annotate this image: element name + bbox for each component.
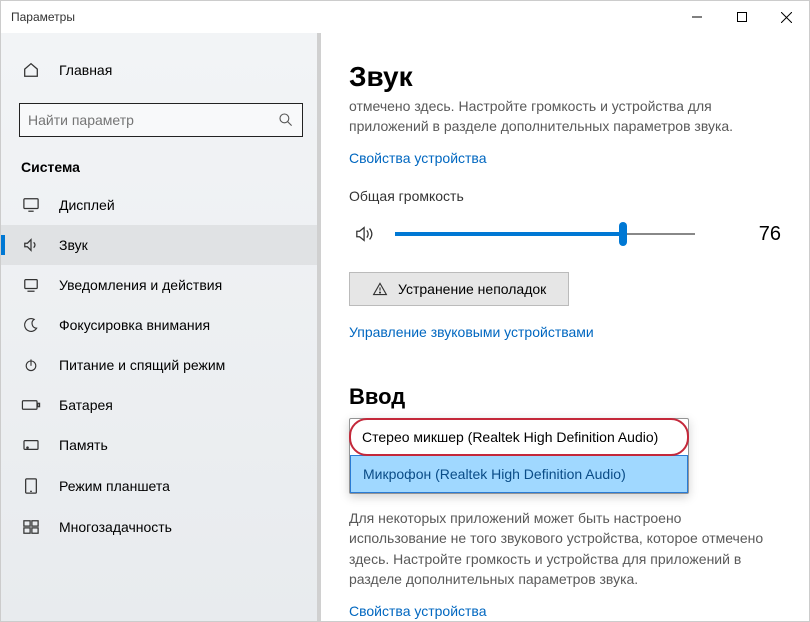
dropdown-option-microphone[interactable]: Микрофон (Realtek High Definition Audio) (350, 455, 688, 493)
slider-thumb[interactable] (619, 222, 627, 246)
page-title: Звук (349, 61, 781, 93)
sidebar-item-battery[interactable]: Батарея (1, 385, 321, 425)
manage-devices-link[interactable]: Управление звуковыми устройствами (349, 324, 594, 340)
sidebar-item-focus[interactable]: Фокусировка внимания (1, 305, 321, 345)
sidebar-item-display[interactable]: Дисплей (1, 185, 321, 225)
sidebar-item-label: Батарея (59, 397, 113, 413)
input-device-properties-link[interactable]: Свойства устройства (349, 603, 487, 619)
volume-icon[interactable] (349, 224, 381, 244)
home-icon (21, 61, 41, 79)
dropdown-option-stereo-mixer[interactable]: Стерео микшер (Realtek High Definition A… (349, 418, 689, 456)
sidebar-item-label: Питание и спящий режим (59, 357, 225, 373)
power-icon (21, 357, 41, 373)
volume-row: 76 (349, 222, 781, 246)
close-button[interactable] (764, 1, 809, 33)
sound-icon (21, 237, 41, 253)
tablet-icon (21, 477, 41, 495)
main-panel: Звук отмечено здесь. Настройте громкость… (321, 33, 809, 621)
dropdown-list: Стерео микшер (Realtek High Definition A… (349, 418, 689, 494)
input-heading: Ввод (349, 384, 781, 410)
content-area: Главная Система Дисплей Звук (1, 33, 809, 621)
sidebar-item-sound[interactable]: Звук (1, 225, 321, 265)
sidebar-item-label: Фокусировка внимания (59, 317, 210, 333)
window-title: Параметры (11, 10, 75, 24)
titlebar: Параметры (1, 1, 809, 33)
multitask-icon (21, 519, 41, 535)
troubleshoot-button[interactable]: Устранение неполадок (349, 272, 569, 306)
storage-icon (21, 438, 41, 452)
input-device-dropdown[interactable]: Стерео микшер (Realtek High Definition A… (349, 418, 689, 494)
device-properties-link[interactable]: Свойства устройства (349, 150, 487, 166)
sidebar-item-label: Память (59, 437, 108, 453)
slider-fill (395, 232, 623, 236)
search-box[interactable] (19, 103, 303, 137)
output-description-cutoff: отмечено здесь. Настройте громкость и ус… (349, 97, 781, 136)
volume-value: 76 (735, 223, 781, 246)
sidebar-item-power[interactable]: Питание и спящий режим (1, 345, 321, 385)
warning-icon (372, 281, 388, 297)
input-description: Для некоторых приложений может быть наст… (349, 508, 781, 589)
sidebar-item-label: Многозадачность (59, 519, 172, 535)
troubleshoot-label: Устранение неполадок (398, 281, 546, 297)
sidebar-item-notifications[interactable]: Уведомления и действия (1, 265, 321, 305)
sidebar-home[interactable]: Главная (1, 51, 321, 89)
maximize-button[interactable] (719, 1, 764, 33)
display-icon (21, 197, 41, 213)
sidebar-home-label: Главная (59, 62, 112, 78)
notifications-icon (21, 277, 41, 293)
sidebar-item-multitask[interactable]: Многозадачность (1, 507, 321, 547)
sidebar-item-label: Дисплей (59, 197, 115, 213)
sidebar-item-label: Уведомления и действия (59, 277, 222, 293)
sidebar-section-title: Система (1, 137, 321, 185)
window-controls (674, 1, 809, 33)
volume-slider[interactable] (395, 222, 695, 246)
sidebar-item-label: Звук (59, 237, 88, 253)
sidebar-item-tablet[interactable]: Режим планшета (1, 465, 321, 507)
sidebar-item-storage[interactable]: Память (1, 425, 321, 465)
battery-icon (21, 399, 41, 411)
search-input[interactable] (28, 112, 278, 128)
volume-label: Общая громкость (349, 188, 781, 204)
sidebar: Главная Система Дисплей Звук (1, 33, 321, 621)
moon-icon (21, 317, 41, 333)
minimize-button[interactable] (674, 1, 719, 33)
sidebar-item-label: Режим планшета (59, 478, 170, 494)
settings-window: Параметры Главная (0, 0, 810, 622)
search-icon (278, 112, 294, 128)
